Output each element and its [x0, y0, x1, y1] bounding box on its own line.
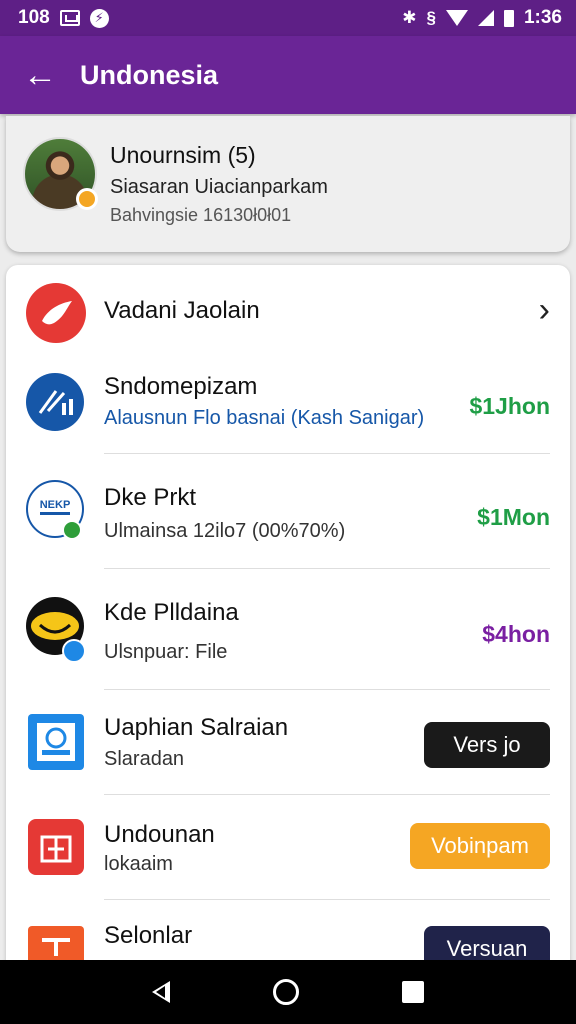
services-list: Vadani Jaolain › Sndomepizam Alausnun Fl… — [6, 265, 570, 985]
list-item[interactable]: NEKP Dke Prkt Ulmainsa 12ilo7 (00%70%) $… — [6, 454, 570, 568]
blue-card-icon — [28, 714, 84, 770]
price-label: $4hon — [482, 621, 550, 647]
chevron-right-icon: › — [538, 291, 550, 329]
nav-back-icon[interactable] — [151, 981, 170, 1003]
nav-home-icon[interactable] — [272, 979, 299, 1005]
list-item[interactable]: Vadani Jaolain › — [6, 265, 570, 357]
list-item-subtitle: Alausnun Flo basnai (Kash Sanigar) — [104, 407, 425, 429]
list-item-title: Vadani Jaolain — [104, 297, 260, 324]
action-button[interactable]: Vers jo — [424, 722, 550, 768]
status-badge — [76, 188, 98, 210]
list-item[interactable]: Sndomepizam Alausnun Flo basnai (Kash Sa… — [6, 357, 570, 453]
profile-card[interactable]: Unournsim (5) Siasaran Uiacianparkam Bah… — [6, 116, 570, 252]
list-item[interactable]: Uaphian Salraian Slaradan Vers jo — [6, 690, 570, 794]
nav-recents-icon[interactable] — [402, 981, 425, 1003]
back-button[interactable]: ← — [0, 36, 80, 114]
flash-icon: ⚡ — [89, 8, 109, 28]
battery-icon — [503, 9, 514, 27]
list-item-title: Uaphian Salraian — [104, 714, 289, 741]
price-label: $1Mon — [477, 504, 550, 530]
vibrate-icon: § — [426, 8, 436, 27]
wifi-icon — [445, 10, 468, 26]
list-item[interactable]: Undounan lokaaim Vobinpam — [6, 795, 570, 899]
status-right: ✱ § 1:36 — [402, 7, 562, 29]
blue-chart-icon — [26, 373, 84, 431]
status-left: 108 ⚡ — [18, 7, 109, 29]
list-item-title: Selonlar — [104, 922, 193, 949]
list-item-subtitle: Ulmainsa 12ilo7 (00%70%) — [104, 520, 346, 542]
red-bird-icon — [26, 283, 86, 343]
list-item-subtitle: lokaaim — [104, 853, 173, 875]
list-item-subtitle: Ulsnpuar: File — [104, 641, 228, 663]
bluetooth-icon: ✱ — [402, 8, 417, 27]
red-gift-icon — [28, 819, 84, 875]
status-time: 1:36 — [523, 7, 562, 28]
check-badge-icon — [62, 520, 82, 540]
status-bar: 108 ⚡ ✱ § 1:36 — [0, 0, 576, 36]
action-button[interactable]: Vobinpam — [410, 823, 550, 869]
grid-icon — [59, 10, 80, 26]
page-title: Undonesia — [80, 59, 219, 90]
cursor-badge-icon — [62, 639, 86, 663]
price-label: $1Jhon — [469, 393, 550, 419]
profile-subtitle: Siasaran Uiacianparkam — [110, 176, 328, 198]
list-item-title: Undounan — [104, 821, 215, 848]
list-item[interactable]: Kde Plldaina Ulsnpuar: File $4hon — [6, 569, 570, 689]
list-item-title: Kde Plldaina — [104, 599, 239, 626]
list-item-subtitle: Slaradan — [104, 748, 185, 770]
system-nav-bar — [0, 960, 576, 1024]
arrow-left-icon: ← — [23, 55, 57, 94]
status-left-text: 108 — [18, 7, 50, 28]
signal-icon — [477, 10, 494, 26]
svg-text:NEKP: NEKP — [40, 499, 71, 511]
list-item-title: Dke Prkt — [104, 484, 197, 511]
list-item-title: Sndomepizam — [104, 373, 258, 400]
profile-meta: Bahvingsie 16130ł0ł01 — [110, 205, 292, 225]
app-bar: ← Undonesia — [0, 36, 576, 114]
profile-name: Unournsim (5) — [110, 142, 256, 168]
